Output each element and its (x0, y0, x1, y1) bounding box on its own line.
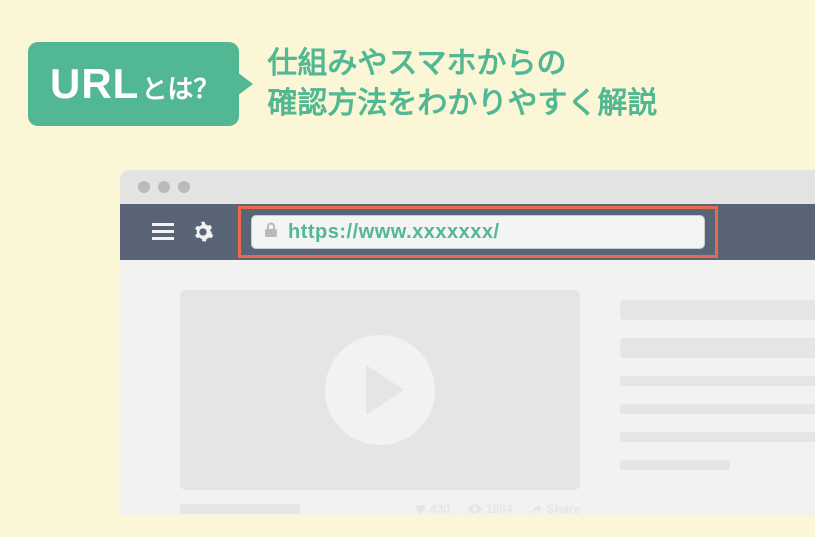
sidebar-placeholder (620, 290, 815, 516)
video-thumbnail[interactable] (180, 290, 580, 490)
placeholder-bar (620, 460, 730, 470)
placeholder-bar (620, 404, 815, 414)
page-content: 430 1984 Share (120, 260, 815, 516)
like-stat: 430 (414, 502, 450, 516)
views-count: 1984 (486, 502, 513, 516)
url-text: https://www.xxxxxxx/ (288, 221, 500, 244)
header: URL とは？ 仕組みやスマホからの 確認方法をわかりやすく解説 (0, 0, 815, 146)
placeholder-bar (620, 338, 815, 358)
title-line-1: 仕組みやスマホからの (267, 44, 657, 85)
play-icon (366, 365, 404, 415)
browser-window: https://www.xxxxxxx/ 430 (120, 170, 815, 516)
title-line-2: 確認方法をわかりやすく解説 (267, 84, 657, 125)
window-dot-icon (158, 181, 170, 193)
window-dot-icon (138, 181, 150, 193)
share-label: Share (547, 502, 580, 516)
address-bar[interactable]: https://www.xxxxxxx/ (251, 215, 705, 249)
placeholder-bar (620, 432, 815, 442)
placeholder-bar (180, 504, 300, 514)
badge-suffix: とは？ (141, 69, 219, 106)
video-card: 430 1984 Share (180, 290, 580, 516)
badge: URL とは？ (28, 42, 239, 126)
browser-illustration: https://www.xxxxxxx/ 430 (120, 170, 815, 516)
placeholder-bar (620, 376, 815, 386)
url-highlight-box: https://www.xxxxxxx/ (238, 206, 718, 258)
hamburger-icon[interactable] (152, 223, 174, 241)
window-dot-icon (178, 181, 190, 193)
placeholder-bar (620, 300, 815, 320)
browser-toolbar: https://www.xxxxxxx/ (120, 204, 815, 260)
share-stat: Share (531, 502, 580, 516)
like-count: 430 (430, 502, 450, 516)
gear-icon[interactable] (192, 221, 214, 243)
play-button[interactable] (325, 335, 435, 445)
video-meta: 430 1984 Share (180, 502, 580, 516)
lock-icon (264, 222, 278, 243)
video-stats: 430 1984 Share (414, 502, 580, 516)
views-stat: 1984 (468, 502, 513, 516)
badge-main: URL (50, 60, 139, 108)
page-title: 仕組みやスマホからの 確認方法をわかりやすく解説 (267, 44, 657, 125)
window-title-bar (120, 170, 815, 204)
